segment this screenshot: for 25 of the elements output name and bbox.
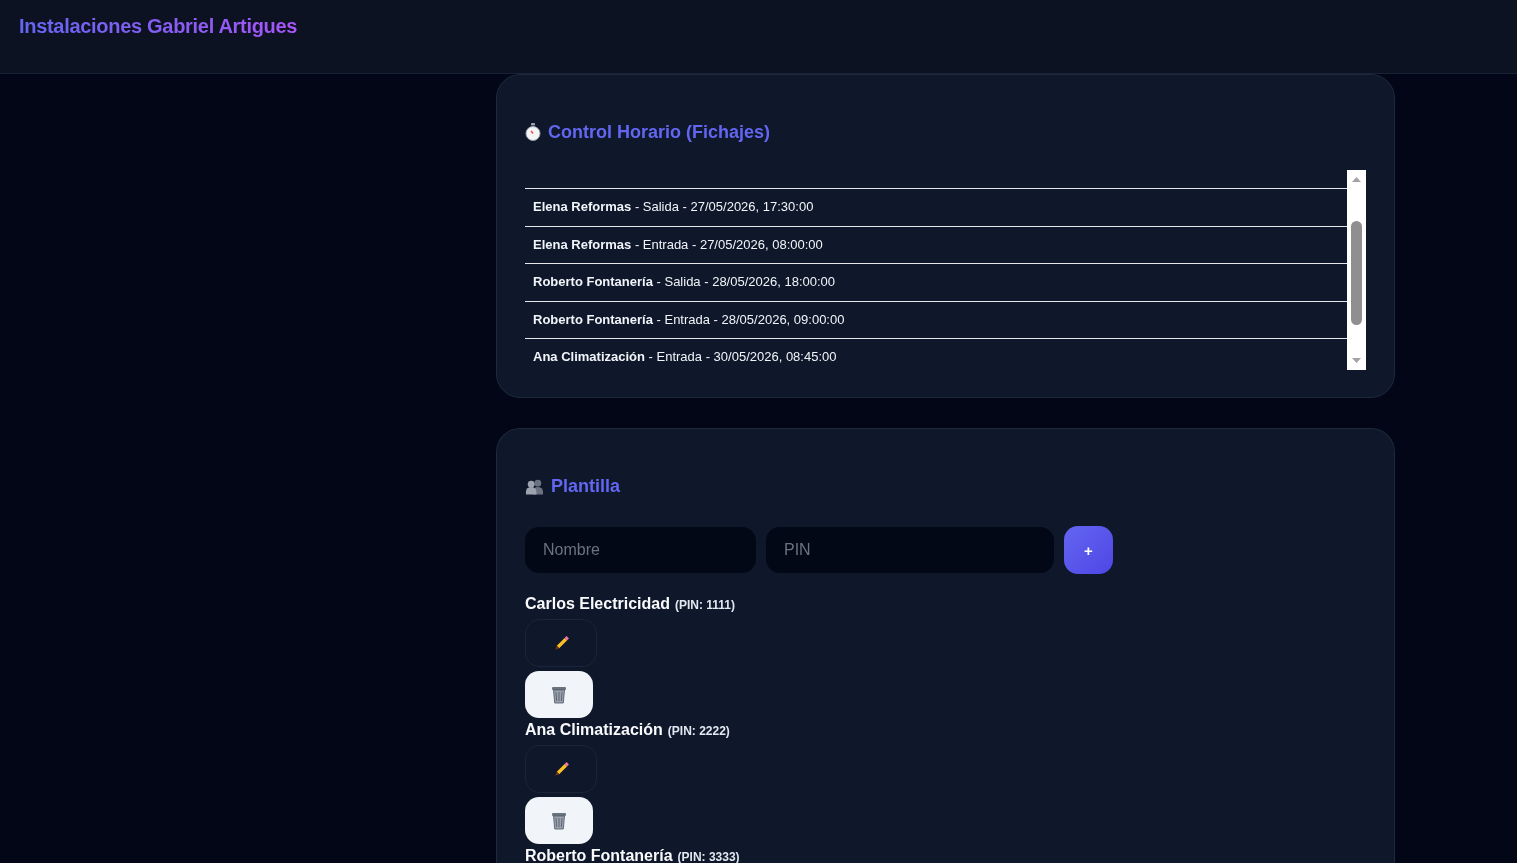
scrollbar[interactable] — [1347, 170, 1366, 370]
log-entry: Elena Reformas - Salida - 27/05/2026, 17:30:00 — [533, 199, 814, 216]
log-entry: Ana Climatización - Entrada - 30/05/2026, 08:45:00 — [533, 349, 837, 366]
log-entry: Elena Reformas - Entrada - 27/05/2026, 08:00:00 — [533, 236, 823, 253]
pencil-icon — [553, 635, 569, 651]
trash-icon — [551, 811, 567, 830]
pencil-icon — [553, 761, 569, 777]
stopwatch-icon — [525, 123, 541, 141]
trash-icon — [551, 685, 567, 704]
people-icon — [525, 477, 544, 495]
employee-pin: (PIN: 2222) — [667, 723, 730, 739]
add-button[interactable]: + — [1064, 526, 1113, 574]
section-title: Plantilla — [551, 475, 621, 497]
employee-name: Roberto Fontanería — [525, 848, 673, 863]
section-title: Control Horario (Fichajes) — [548, 121, 771, 143]
delete-button[interactable] — [525, 797, 593, 844]
log-entry: Roberto Fontanería - Entrada - 28/05/2026, 09:00:00 — [533, 311, 845, 328]
pin-input[interactable]: PIN — [766, 527, 1054, 573]
employee-name: Carlos Electricidad — [525, 596, 670, 612]
employee-pin: (PIN: 1111) — [674, 597, 735, 613]
log-entry: Roberto Fontanería - Salida - 28/05/2026, 18:00:00 — [533, 274, 836, 291]
delete-button[interactable] — [525, 671, 593, 718]
name-input[interactable]: Nombre — [525, 527, 756, 573]
employee-name: Ana Climatización — [525, 722, 663, 738]
employee-pin: (PIN: 3333) — [677, 849, 740, 863]
